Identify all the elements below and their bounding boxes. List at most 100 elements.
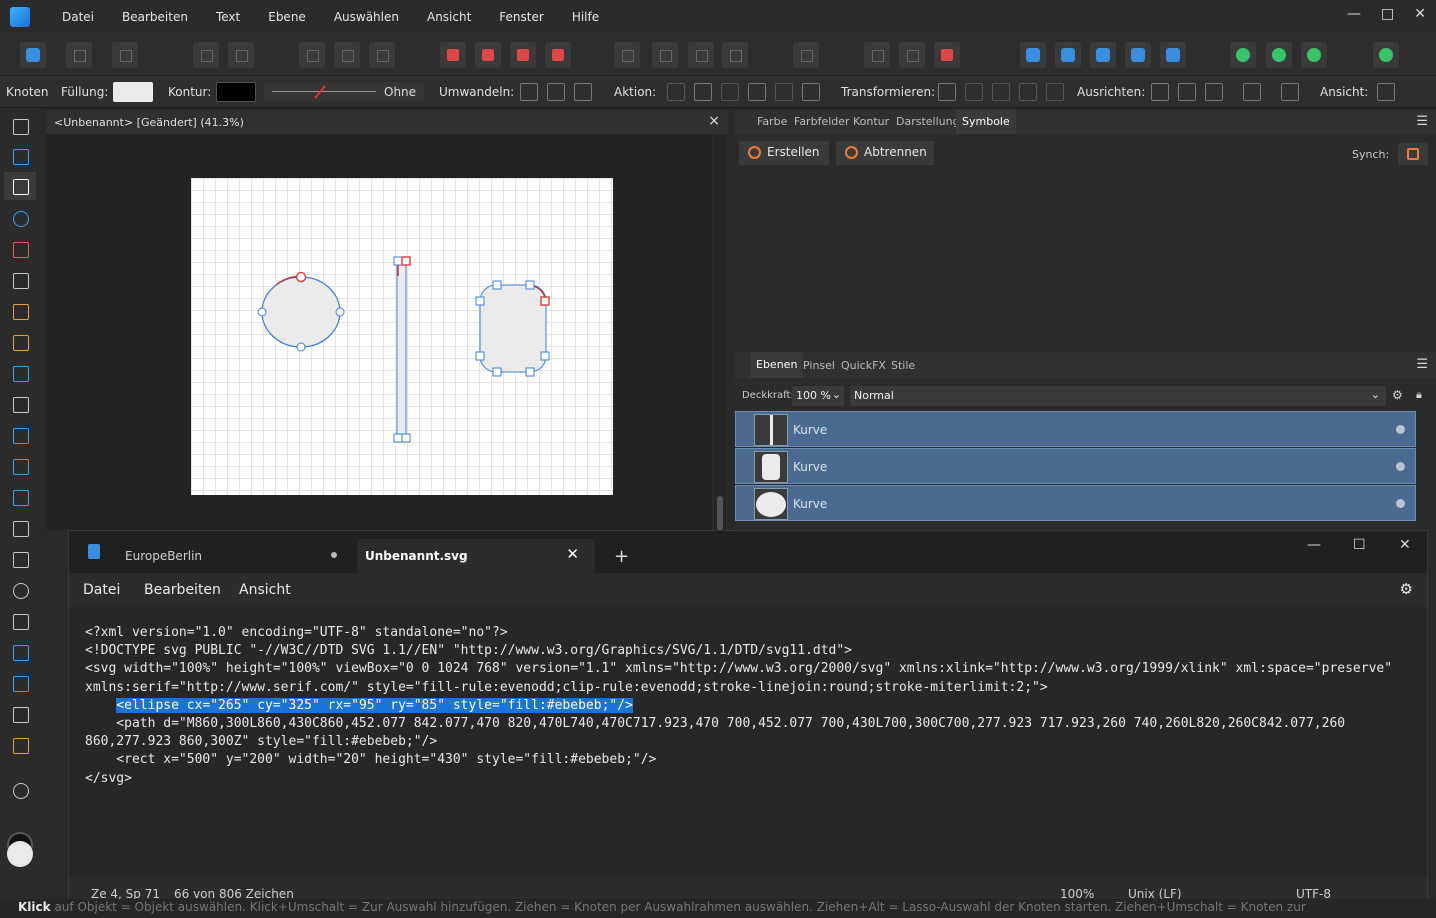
select-box-3-icon[interactable] (369, 42, 395, 68)
menu-fenster[interactable]: Fenster (485, 10, 558, 24)
new-tab-button[interactable]: + (614, 546, 629, 567)
tab-darstellung[interactable]: Darstellung (896, 115, 960, 128)
arrange-backward-icon[interactable] (510, 42, 536, 68)
flood-fill-tool-icon[interactable] (10, 425, 30, 445)
shape-tool-icon[interactable] (10, 642, 30, 662)
notepad-close-button[interactable]: ✕ (1399, 537, 1411, 553)
np-menu-ansicht[interactable]: Ansicht (239, 582, 291, 598)
visibility-icon[interactable] (1396, 462, 1405, 471)
sync-toggle[interactable] (1398, 143, 1428, 165)
text-tool-icon[interactable] (10, 673, 30, 693)
tab-kontur[interactable]: Kontur (853, 115, 889, 128)
fill-swatch[interactable] (113, 82, 153, 102)
tab-close-icon[interactable]: ✕ (566, 545, 579, 563)
align-left-icon[interactable] (614, 42, 640, 68)
layer-settings-gear-icon[interactable]: ⚙ (1392, 388, 1403, 402)
convert-sharp-icon[interactable] (520, 83, 538, 101)
geometry-combine-icon[interactable] (1230, 42, 1256, 68)
transform-scale-icon[interactable] (1019, 83, 1037, 101)
menu-datei[interactable]: Datei (48, 10, 108, 24)
tab-farbe[interactable]: Farbe (757, 115, 787, 128)
pen-tool-icon[interactable] (10, 270, 30, 290)
visibility-icon[interactable] (1396, 425, 1405, 434)
align-right-icon[interactable] (688, 42, 714, 68)
canvas-scrollbar[interactable] (714, 134, 726, 530)
arrange-back-icon[interactable] (545, 42, 571, 68)
action-break-icon[interactable] (667, 83, 685, 101)
notepad-minimize-button[interactable]: — (1307, 537, 1321, 553)
corner-tool-icon[interactable] (10, 239, 30, 259)
notepad-tab-unbenannt[interactable]: Unbenannt.svg ✕ (357, 539, 595, 573)
action-smooth-icon[interactable] (721, 83, 739, 101)
menu-bearbeiten[interactable]: Bearbeiten (108, 10, 202, 24)
boolean-add-icon[interactable] (1020, 42, 1046, 68)
layer-row[interactable]: Kurve (735, 411, 1416, 447)
blend-mode-dropdown[interactable]: Normal ⌄ (850, 386, 1386, 406)
detach-symbol-button[interactable]: Abtrennen (836, 141, 934, 165)
crop-tool-icon[interactable] (10, 518, 30, 538)
export-persona-icon[interactable] (112, 42, 138, 68)
vector-brush-tool-icon[interactable] (10, 332, 30, 352)
menu-ansicht[interactable]: Ansicht (413, 10, 485, 24)
menu-auswaehlen[interactable]: Auswählen (320, 10, 413, 24)
layer-row[interactable]: Kurve (735, 448, 1416, 484)
snap-off-icon[interactable] (899, 42, 925, 68)
document-tab[interactable]: <Unbenannt> [Geändert] (41.3%) × (46, 110, 728, 134)
transform-box-icon[interactable] (938, 83, 956, 101)
menu-text[interactable]: Text (202, 10, 254, 24)
opacity-dropdown[interactable]: 100 % ⌄ (792, 386, 844, 406)
maximize-button[interactable]: □ (1381, 6, 1394, 22)
notepad-tab-europeberlin[interactable]: EuropeBerlin (79, 539, 357, 573)
convert-smooth-icon[interactable] (547, 83, 565, 101)
arrange-forward-icon[interactable] (475, 42, 501, 68)
transform-move-icon[interactable] (965, 83, 983, 101)
rectangle-tool-icon[interactable] (10, 549, 30, 569)
align-vertical-icon[interactable] (1178, 83, 1196, 101)
boolean-xor-icon[interactable] (1125, 42, 1151, 68)
distribute-icon[interactable] (793, 42, 819, 68)
action-close-curve-icon[interactable] (694, 83, 712, 101)
align-pivot-icon[interactable] (1243, 83, 1261, 101)
place-image-tool-icon[interactable] (10, 487, 30, 507)
boolean-intersect-icon[interactable] (1090, 42, 1116, 68)
user-account-icon[interactable] (1373, 42, 1399, 68)
pencil-tool-icon[interactable] (10, 301, 30, 321)
ellipse-tool-icon[interactable] (10, 580, 30, 600)
action-reverse-icon[interactable] (802, 83, 820, 101)
visibility-icon[interactable] (1396, 499, 1405, 508)
view-handles-icon[interactable] (1377, 83, 1395, 101)
align-distribute-icon[interactable] (1205, 83, 1223, 101)
align-snap-icon[interactable] (1281, 83, 1299, 101)
notepad-maximize-button[interactable]: ☐ (1353, 537, 1366, 553)
settings-gear-icon[interactable] (228, 42, 254, 68)
snap-grid-icon[interactable] (864, 42, 890, 68)
create-symbol-button[interactable]: Erstellen (739, 141, 829, 165)
action-join-icon[interactable] (748, 83, 766, 101)
designer-persona-icon[interactable] (20, 42, 46, 68)
transform-skew-icon[interactable] (1046, 83, 1064, 101)
tab-farbfelder[interactable]: Farbfelder (794, 115, 850, 128)
rounded-rectangle-tool-icon[interactable] (10, 611, 30, 631)
layer-row[interactable]: Kurve (735, 485, 1416, 521)
geometry-flatten-icon[interactable] (1301, 42, 1327, 68)
tab-quickfx[interactable]: QuickFX (841, 359, 886, 372)
pixel-brush-tool-icon[interactable] (10, 394, 30, 414)
boolean-divide-icon[interactable] (1160, 42, 1186, 68)
artboard[interactable] (191, 178, 613, 495)
notepad-settings-gear-icon[interactable]: ⚙ (1400, 580, 1413, 598)
arrange-front-icon[interactable] (440, 42, 466, 68)
zoom-tool-icon[interactable] (10, 780, 30, 800)
color-picker-tool-icon[interactable] (10, 704, 30, 724)
node-tool-icon[interactable] (4, 172, 36, 200)
notepad-editor[interactable]: <?xml version="1.0" encoding="UTF-8" sta… (69, 607, 1427, 877)
tab-symbole[interactable]: Symbole (956, 110, 1016, 134)
menu-hilfe[interactable]: Hilfe (558, 10, 613, 24)
layers-menu-icon[interactable]: ☰ (1416, 357, 1428, 372)
tab-pinsel[interactable]: Pinsel (803, 359, 835, 372)
move-tool-icon[interactable] (10, 116, 30, 136)
minimize-button[interactable]: — (1347, 6, 1361, 22)
pixel-persona-icon[interactable] (66, 42, 92, 68)
geometry-group-icon[interactable] (1266, 42, 1292, 68)
artboard-tool-icon[interactable] (10, 146, 30, 166)
align-horizontal-icon[interactable] (1151, 83, 1169, 101)
